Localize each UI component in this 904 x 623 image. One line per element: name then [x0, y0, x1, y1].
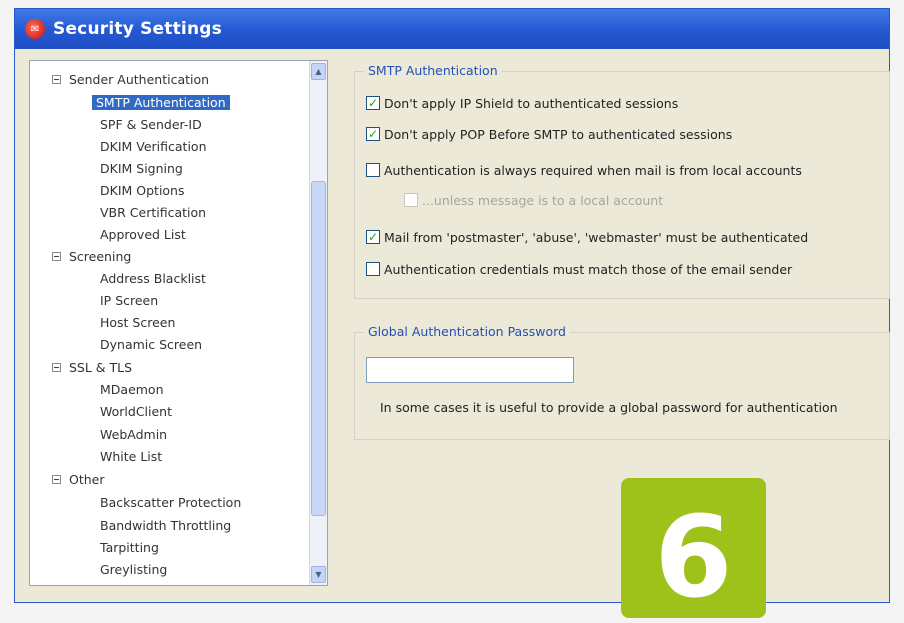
tree-scrollbar[interactable]: ▲ ▼ — [309, 61, 327, 585]
title-bar[interactable]: ✉ Security Settings — [15, 9, 889, 49]
tree-item-webadmin[interactable]: WebAdmin — [100, 424, 167, 445]
collapse-icon[interactable] — [52, 475, 61, 484]
option-unless-local-recipient: ...unless message is to a local account — [404, 190, 663, 210]
tree-group-screening[interactable]: Screening — [52, 246, 131, 267]
smtp-authentication-group-label: SMTP Authentication — [364, 63, 502, 78]
option-credentials-match-sender[interactable]: Authentication credentials must match th… — [366, 259, 792, 279]
global-password-input[interactable] — [366, 357, 574, 383]
tree-item-dkim-signing[interactable]: DKIM Signing — [100, 158, 183, 179]
tree-item-dkim-verification[interactable]: DKIM Verification — [100, 136, 207, 157]
checkbox-no-pop-before-smtp[interactable]: ✓ — [366, 127, 380, 141]
tree-item-spf-sender-id[interactable]: SPF & Sender-ID — [100, 114, 202, 135]
tree-item-smtp-authentication[interactable]: SMTP Authentication — [92, 92, 230, 113]
tree-item-greylisting[interactable]: Greylisting — [100, 559, 167, 580]
scroll-down-icon[interactable]: ▼ — [311, 566, 326, 583]
step-number: 6 — [654, 493, 733, 623]
option-postmaster-must-authenticate[interactable]: ✓ Mail from 'postmaster', 'abuse', 'webma… — [366, 227, 808, 247]
tree-group-ssl-tls[interactable]: SSL & TLS — [52, 357, 132, 378]
tree-item-ip-screen[interactable]: IP Screen — [100, 290, 158, 311]
tree-item-address-blacklist[interactable]: Address Blacklist — [100, 268, 206, 289]
global-password-group — [354, 332, 890, 440]
tree-item-tarpitting[interactable]: Tarpitting — [100, 537, 159, 558]
collapse-icon[interactable] — [52, 252, 61, 261]
tree-item-backscatter-protection[interactable]: Backscatter Protection — [100, 492, 241, 513]
tree-item-mdaemon[interactable]: MDaemon — [100, 379, 164, 400]
option-no-ip-shield-authenticated[interactable]: ✓ Don't apply IP Shield to authenticated … — [366, 93, 678, 113]
tree-item-worldclient[interactable]: WorldClient — [100, 401, 172, 422]
tree-item-host-screen[interactable]: Host Screen — [100, 312, 175, 333]
tree-group-sender-authentication[interactable]: Sender Authentication — [52, 69, 209, 90]
scroll-thumb[interactable] — [311, 181, 326, 516]
checkbox-auth-required-local[interactable] — [366, 163, 380, 177]
tree-group-other[interactable]: Other — [52, 469, 105, 490]
collapse-icon[interactable] — [52, 75, 61, 84]
checkbox-no-ip-shield[interactable]: ✓ — [366, 96, 380, 110]
step-number-badge: 6 — [621, 478, 766, 618]
checkbox-credentials-match-sender[interactable] — [366, 262, 380, 276]
global-password-note: In some cases it is useful to provide a … — [380, 400, 838, 415]
scroll-up-icon[interactable]: ▲ — [311, 63, 326, 80]
app-icon: ✉ — [25, 19, 45, 39]
tree-item-approved-list[interactable]: Approved List — [100, 224, 186, 245]
settings-tree: Sender Authentication SMTP Authenticatio… — [30, 61, 310, 585]
tree-item-white-list[interactable]: White List — [100, 446, 162, 467]
tree-item-bandwidth-throttling[interactable]: Bandwidth Throttling — [100, 515, 231, 536]
option-auth-required-local-accounts[interactable]: Authentication is always required when m… — [366, 160, 802, 180]
tree-item-vbr-certification[interactable]: VBR Certification — [100, 202, 206, 223]
tree-item-dynamic-screen[interactable]: Dynamic Screen — [100, 334, 202, 355]
option-no-pop-before-smtp[interactable]: ✓ Don't apply POP Before SMTP to authenti… — [366, 124, 732, 144]
window-title: Security Settings — [53, 19, 222, 39]
global-password-group-label: Global Authentication Password — [364, 324, 570, 339]
settings-tree-panel: Sender Authentication SMTP Authenticatio… — [29, 60, 328, 586]
tree-item-dkim-options[interactable]: DKIM Options — [100, 180, 185, 201]
checkbox-postmaster-auth[interactable]: ✓ — [366, 230, 380, 244]
checkbox-unless-local-recipient — [404, 193, 418, 207]
collapse-icon[interactable] — [52, 363, 61, 372]
